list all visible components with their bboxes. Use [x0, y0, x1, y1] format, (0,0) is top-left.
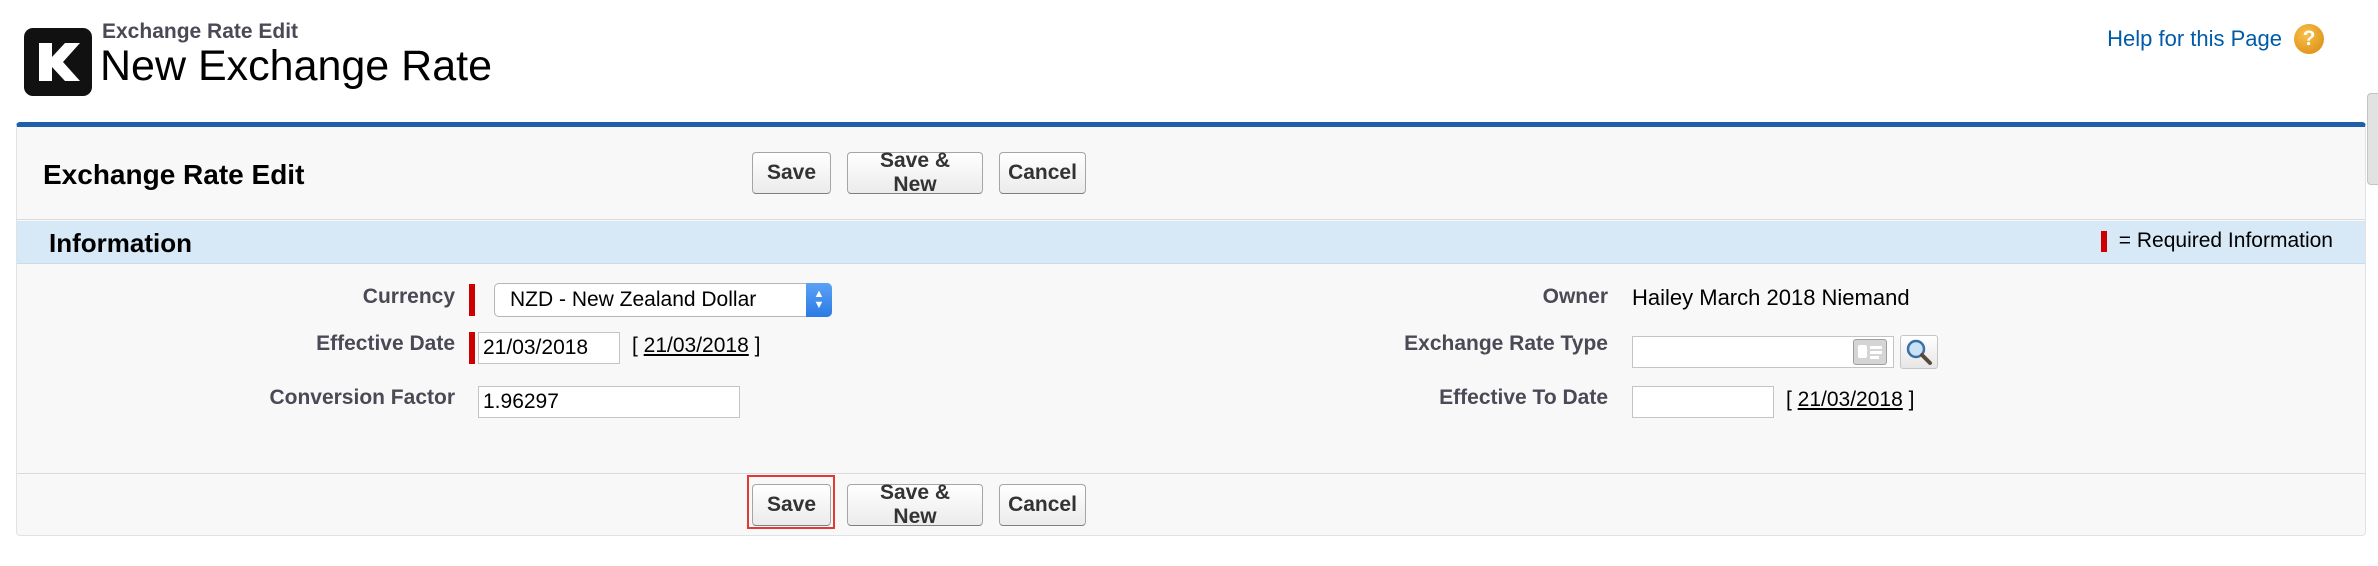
section-title: Information: [49, 228, 192, 258]
save-new-button-top[interactable]: Save & New: [847, 149, 983, 196]
conversion-factor-input[interactable]: [478, 386, 740, 418]
conversion-factor-label: Conversion Factor: [269, 386, 455, 409]
information-section-header: Information = Required Information: [17, 221, 2365, 264]
owner-label: Owner: [1542, 285, 1608, 308]
exchange-rate-type-label: Exchange Rate Type: [1404, 332, 1608, 355]
help-area: Help for this Page ?: [2107, 24, 2324, 54]
page-title: New Exchange Rate: [100, 42, 492, 90]
effective-date-input[interactable]: [478, 332, 620, 364]
effective-date-required-marker: [469, 332, 475, 364]
effective-to-date-today-link[interactable]: 21/03/2018: [1798, 388, 1903, 411]
select-arrows-icon: ▲ ▼: [806, 283, 832, 317]
effective-to-date-label: Effective To Date: [1439, 386, 1608, 409]
required-marker-icon: [2100, 230, 2107, 252]
effective-to-date-input[interactable]: [1632, 386, 1774, 418]
save-button-focus-highlight: [747, 475, 835, 529]
save-new-button-bottom[interactable]: Save & New: [847, 481, 983, 528]
save-button-top[interactable]: Save: [752, 152, 831, 194]
currency-required-marker: [469, 284, 475, 316]
help-link[interactable]: Help for this Page: [2107, 26, 2282, 52]
bottom-button-bar: Save Save & New Cancel: [17, 473, 2365, 535]
owner-value: Hailey March 2018 Niemand: [1632, 285, 1910, 310]
currency-label: Currency: [362, 285, 455, 308]
effective-date-label: Effective Date: [316, 332, 455, 355]
top-button-bar: Exchange Rate Edit Save Save & New Cance…: [17, 127, 2365, 220]
effective-date-today-link[interactable]: 21/03/2018: [644, 334, 749, 357]
exchange-rate-edit-panel: Exchange Rate Edit Save Save & New Cance…: [16, 122, 2366, 536]
required-legend-text: = Required Information: [2118, 229, 2333, 252]
currency-select[interactable]: NZD - New Zealand Dollar ▲ ▼: [494, 283, 832, 317]
cancel-button-bottom[interactable]: Cancel: [999, 484, 1086, 526]
side-scroll-handle[interactable]: [2367, 93, 2378, 185]
page-subtitle: Exchange Rate Edit: [102, 20, 299, 43]
k-logo-icon: [39, 43, 80, 81]
currency-selected-value: NZD - New Zealand Dollar: [510, 288, 757, 311]
app-logo: [24, 28, 92, 96]
effective-to-date-today: [ 21/03/2018 ]: [1786, 388, 1915, 411]
magnifier-icon: [1906, 339, 1932, 365]
effective-date-today: [ 21/03/2018 ]: [632, 334, 761, 357]
panel-title: Exchange Rate Edit: [43, 159, 305, 190]
cancel-button-top[interactable]: Cancel: [999, 152, 1086, 194]
contact-card-icon: [1853, 339, 1887, 365]
required-legend: = Required Information: [2100, 229, 2333, 253]
lookup-button[interactable]: [1900, 335, 1938, 369]
help-question-icon[interactable]: ?: [2294, 24, 2324, 54]
